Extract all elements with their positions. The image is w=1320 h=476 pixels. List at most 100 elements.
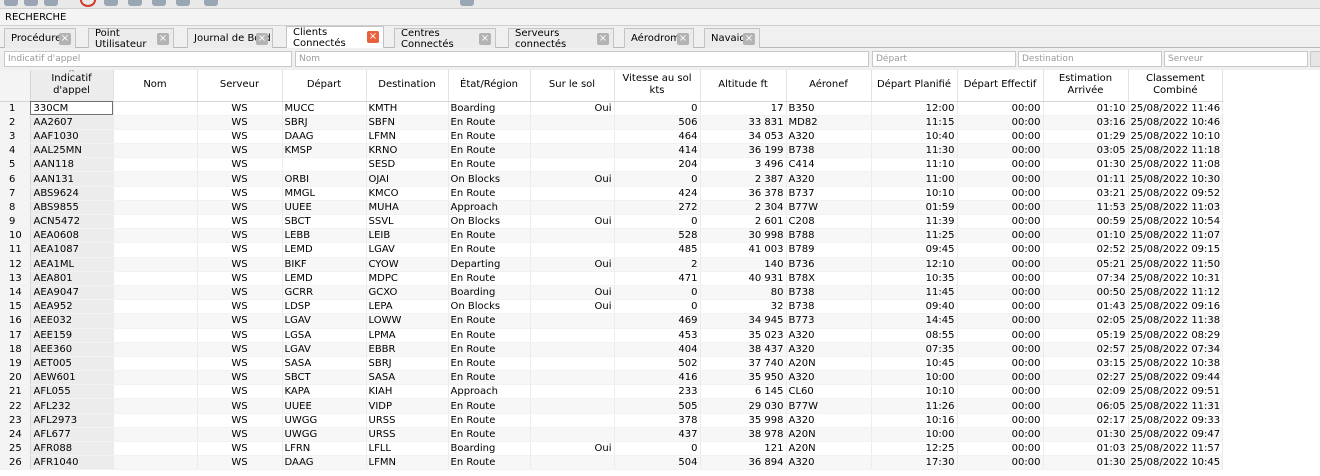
on-ground-cell[interactable] xyxy=(530,115,615,130)
state-cell[interactable]: En Route xyxy=(448,313,531,329)
departure-cell[interactable]: LGAV xyxy=(282,313,367,329)
on-ground-cell[interactable]: Oui xyxy=(530,171,615,187)
table-row[interactable]: 9 ACN5472 WS SBCT SSVL On Blocks Oui 0 2 601 C208… xyxy=(0,214,1224,230)
state-cell[interactable]: En Route xyxy=(448,143,531,159)
ground-speed-cell[interactable]: 528 xyxy=(614,228,701,244)
altitude-cell[interactable]: 35 998 xyxy=(700,413,787,428)
aircraft-cell[interactable]: A20N xyxy=(786,441,872,457)
on-ground-cell[interactable] xyxy=(530,427,615,443)
on-ground-cell[interactable] xyxy=(530,356,615,372)
row-number[interactable]: 12 xyxy=(0,257,31,272)
altitude-cell[interactable]: 34 945 xyxy=(700,313,787,329)
ground-speed-cell[interactable]: 0 xyxy=(614,441,701,457)
row-number[interactable]: 11 xyxy=(0,242,31,258)
state-cell[interactable]: En Route xyxy=(448,455,531,471)
row-number[interactable]: 4 xyxy=(0,143,31,159)
name-cell[interactable] xyxy=(113,186,198,201)
row-number[interactable]: 20 xyxy=(0,370,31,386)
name-cell[interactable] xyxy=(113,242,198,258)
actual-departure-cell[interactable]: 00:00 xyxy=(957,257,1044,272)
row-number[interactable]: 3 xyxy=(0,129,31,145)
aircraft-cell[interactable]: B77W xyxy=(786,200,872,216)
close-icon[interactable]: × xyxy=(256,33,268,45)
actual-departure-cell[interactable]: 00:00 xyxy=(957,271,1044,286)
row-number[interactable]: 10 xyxy=(0,228,31,244)
planned-departure-cell[interactable]: 11:00 xyxy=(871,171,958,187)
combined-rank-cell[interactable]: 25/08/2022 10:38 xyxy=(1128,356,1224,372)
on-ground-cell[interactable]: Oui xyxy=(530,285,615,301)
destination-cell[interactable]: KMCO xyxy=(366,186,449,201)
name-cell[interactable] xyxy=(113,356,198,372)
table-row[interactable]: 3 AAF1030 WS DAAG LFMN En Route 464 34 053 A320 1… xyxy=(0,129,1224,145)
aircraft-cell[interactable]: B738 xyxy=(786,299,872,315)
row-number[interactable]: 16 xyxy=(0,313,31,329)
row-number[interactable]: 6 xyxy=(0,171,31,187)
departure-cell[interactable]: GCRR xyxy=(282,285,367,301)
server-cell[interactable]: WS xyxy=(197,398,283,414)
departure-cell[interactable] xyxy=(282,157,367,173)
server-cell[interactable]: WS xyxy=(197,356,283,372)
actual-departure-cell[interactable]: 00:00 xyxy=(957,427,1044,443)
aircraft-cell[interactable]: A320 xyxy=(786,413,872,428)
on-ground-cell[interactable] xyxy=(530,328,615,343)
name-cell[interactable] xyxy=(113,413,198,428)
ground-speed-cell[interactable]: 464 xyxy=(614,129,701,145)
callsign-cell[interactable]: AEE159 xyxy=(30,328,114,343)
state-cell[interactable]: Boarding xyxy=(448,441,531,457)
toolbar-icon[interactable] xyxy=(44,0,58,6)
table-row[interactable]: 7 ABS9624 WS MMGL KMCO En Route 424 36 378 B737 1… xyxy=(0,186,1224,201)
on-ground-cell[interactable]: Oui xyxy=(530,299,615,315)
column-header-state[interactable]: État/Région xyxy=(448,70,531,102)
ground-speed-cell[interactable]: 0 xyxy=(614,214,701,230)
table-row[interactable]: 19 AET005 WS SASA SBRJ En Route 502 37 740 A20N 1… xyxy=(0,356,1224,372)
close-icon[interactable]: × xyxy=(743,33,755,45)
departure-cell[interactable]: DAAG xyxy=(282,129,367,145)
column-header-combined-rank[interactable]: Classement Combiné xyxy=(1128,70,1224,102)
callsign-cell[interactable]: AFR088 xyxy=(30,441,114,457)
callsign-cell[interactable]: AAN118 xyxy=(30,157,114,173)
altitude-cell[interactable]: 35 950 xyxy=(700,370,787,386)
on-ground-cell[interactable] xyxy=(530,157,615,173)
destination-cell[interactable]: URSS xyxy=(366,427,449,443)
callsign-cell[interactable]: ABS9624 xyxy=(30,186,114,201)
on-ground-cell[interactable]: Oui xyxy=(530,101,615,116)
departure-cell[interactable]: DAAG xyxy=(282,455,367,471)
actual-departure-cell[interactable]: 00:00 xyxy=(957,441,1044,457)
estimated-arrival-cell[interactable]: 00:50 xyxy=(1043,285,1129,301)
name-cell[interactable] xyxy=(113,200,198,216)
combined-rank-cell[interactable]: 25/08/2022 09:52 xyxy=(1128,186,1224,201)
ground-speed-cell[interactable]: 0 xyxy=(614,101,701,116)
server-cell[interactable]: WS xyxy=(197,441,283,457)
actual-departure-cell[interactable]: 00:00 xyxy=(957,186,1044,201)
close-icon[interactable]: × xyxy=(479,33,491,45)
planned-departure-cell[interactable]: 12:10 xyxy=(871,257,958,272)
combined-rank-cell[interactable]: 25/08/2022 07:34 xyxy=(1128,342,1224,357)
column-header-ground-speed[interactable]: Vitesse au sol kts xyxy=(614,70,701,102)
estimated-arrival-cell[interactable]: 01:03 xyxy=(1043,441,1129,457)
destination-cell[interactable]: MDPC xyxy=(366,271,449,286)
table-row[interactable]: 13 AEA801 WS LEMD MDPC En Route 471 40 931 B78X 1… xyxy=(0,271,1224,286)
combined-rank-cell[interactable]: 25/08/2022 10:46 xyxy=(1128,115,1224,130)
estimated-arrival-cell[interactable]: 02:57 xyxy=(1043,342,1129,357)
destination-cell[interactable]: KRNO xyxy=(366,143,449,159)
ground-speed-cell[interactable]: 424 xyxy=(614,186,701,201)
tab-centres-connectes[interactable]: Centres Connectés × xyxy=(394,28,496,50)
aircraft-cell[interactable]: B738 xyxy=(786,143,872,159)
toolbar-icon[interactable] xyxy=(152,0,166,6)
row-number[interactable]: 1 xyxy=(0,101,31,116)
callsign-cell[interactable]: AFL232 xyxy=(30,398,114,414)
row-number[interactable]: 5 xyxy=(0,157,31,173)
server-cell[interactable]: WS xyxy=(197,299,283,315)
aircraft-cell[interactable]: A320 xyxy=(786,171,872,187)
on-ground-cell[interactable] xyxy=(530,455,615,471)
planned-departure-cell[interactable]: 10:10 xyxy=(871,384,958,400)
estimated-arrival-cell[interactable]: 01:30 xyxy=(1043,455,1129,471)
destination-cell[interactable]: VIDP xyxy=(366,398,449,414)
close-icon[interactable]: × xyxy=(59,33,71,45)
altitude-cell[interactable]: 36 378 xyxy=(700,186,787,201)
combined-rank-cell[interactable]: 25/08/2022 11:07 xyxy=(1128,228,1224,244)
server-cell[interactable]: WS xyxy=(197,115,283,130)
table-row[interactable]: 15 AEA952 WS LDSP LEPA On Blocks Oui 0 32 B738 09:… xyxy=(0,299,1224,315)
altitude-cell[interactable]: 29 030 xyxy=(700,398,787,414)
planned-departure-cell[interactable]: 11:15 xyxy=(871,115,958,130)
